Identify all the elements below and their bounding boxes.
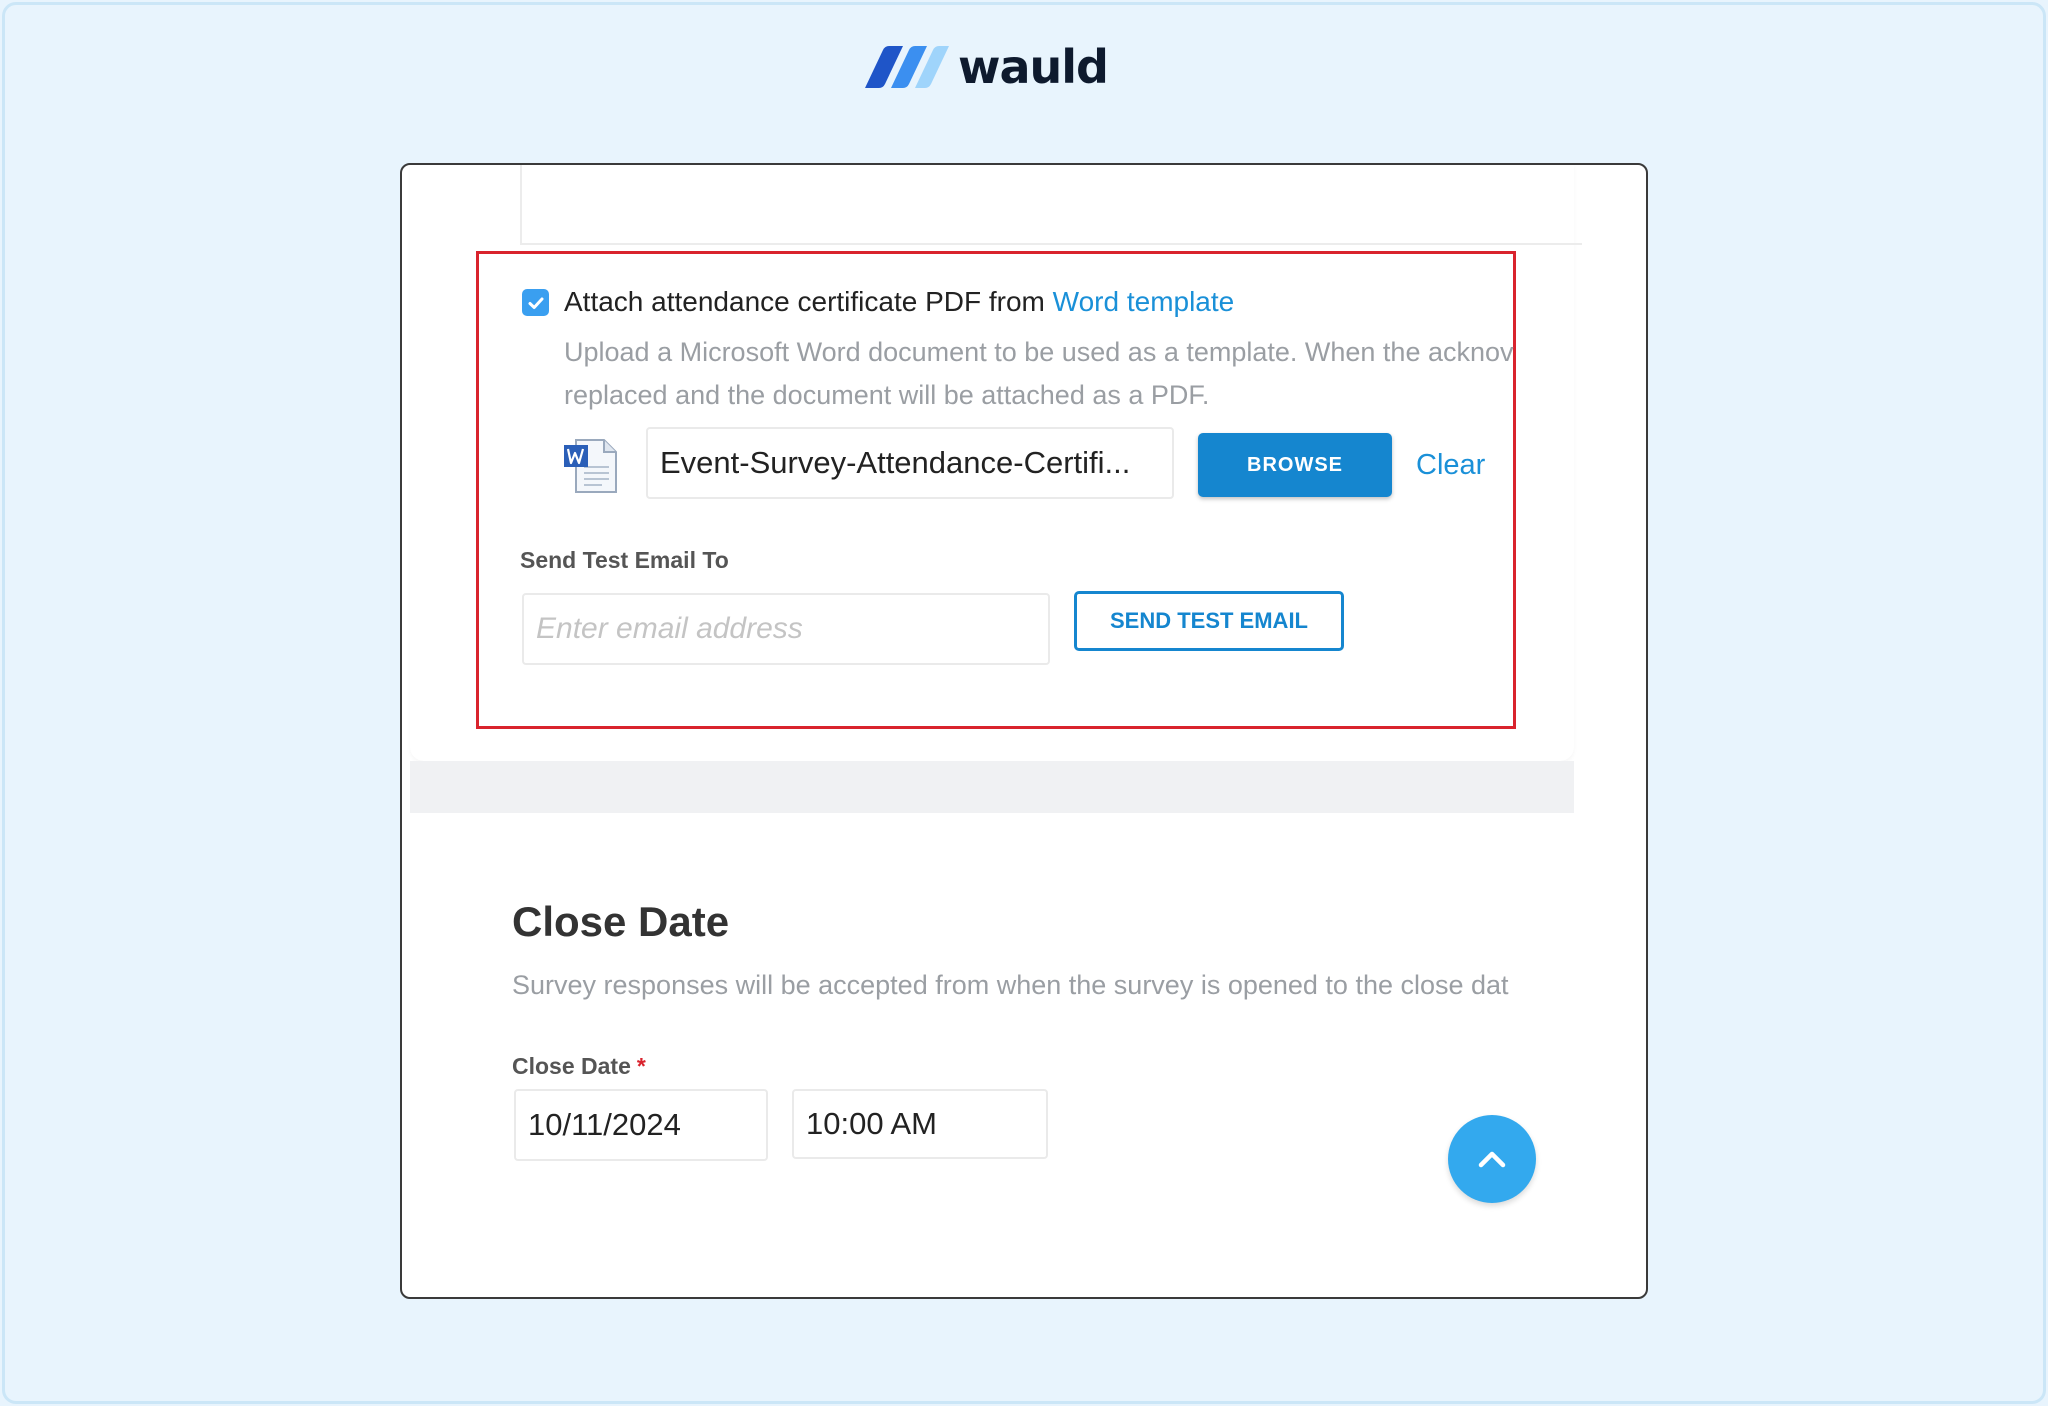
logo-text: wauld <box>958 40 1109 94</box>
send-test-email-label: Send Test Email To <box>520 547 729 573</box>
close-date-description: Survey responses will be accepted from w… <box>512 970 1509 1000</box>
wauld-logo: wauld <box>855 40 1109 94</box>
close-date-label: Close Date * <box>512 1051 646 1081</box>
checkmark-icon <box>528 297 543 309</box>
template-file-field[interactable]: Event-Survey-Attendance-Certifi... <box>646 427 1174 499</box>
wauld-logo-icon <box>865 46 949 88</box>
scroll-to-top-button[interactable] <box>1448 1115 1536 1203</box>
close-time-input[interactable]: 10:00 AM <box>792 1089 1048 1159</box>
send-test-email-button[interactable]: SEND TEST EMAIL <box>1074 591 1344 651</box>
screenshot-card: Attach attendance certificate PDF from W… <box>400 163 1648 1299</box>
clear-link[interactable]: Clear <box>1416 443 1485 487</box>
test-email-input[interactable] <box>522 593 1050 665</box>
certificate-section: Attach attendance certificate PDF from W… <box>410 165 1582 761</box>
attach-label-text: Attach attendance certificate PDF from <box>564 286 1053 317</box>
close-date-title: Close Date <box>512 898 730 945</box>
divider <box>520 243 1582 245</box>
help-line-2: replaced and the document will be attach… <box>564 380 1210 410</box>
attach-certificate-checkbox[interactable] <box>522 289 549 316</box>
help-line-1: Upload a Microsoft Word document to be u… <box>564 337 1514 367</box>
upload-help-text: Upload a Microsoft Word document to be u… <box>564 331 1582 417</box>
attach-certificate-label: Attach attendance certificate PDF from W… <box>564 283 1234 321</box>
required-marker: * <box>636 1053 646 1079</box>
divider <box>520 165 522 243</box>
close-date-label-text: Close Date <box>512 1053 631 1079</box>
close-date-input[interactable]: 10/11/2024 <box>514 1089 768 1161</box>
close-date-section <box>410 813 1574 1243</box>
word-document-icon <box>564 439 617 493</box>
browse-button[interactable]: BROWSE <box>1198 433 1392 497</box>
chevron-up-icon <box>1478 1151 1506 1168</box>
section-separator <box>410 761 1574 813</box>
word-template-link[interactable]: Word template <box>1053 286 1235 317</box>
